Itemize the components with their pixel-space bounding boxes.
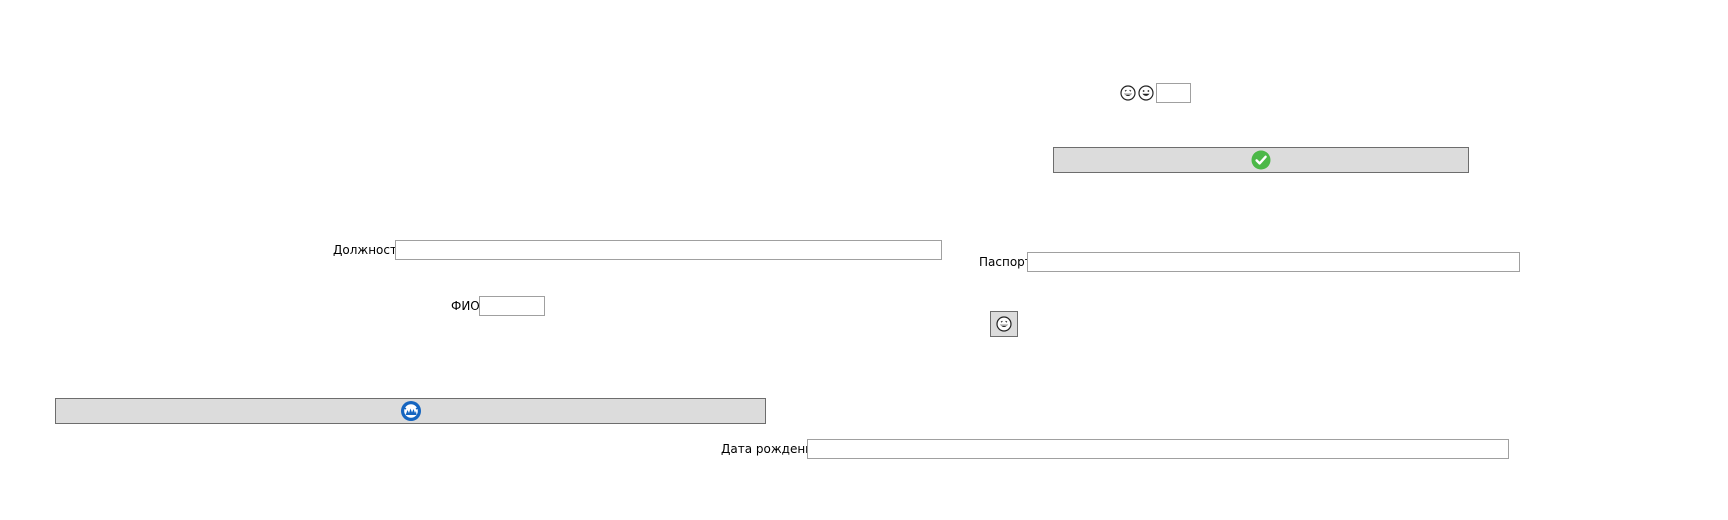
action-button[interactable] bbox=[55, 398, 766, 424]
blue-circle-icon bbox=[400, 401, 421, 421]
smiling-face-icon bbox=[1138, 85, 1154, 101]
birthdate-label: Дата рождения bbox=[721, 442, 821, 456]
passport-field[interactable] bbox=[1027, 252, 1520, 272]
name-label: ФИО bbox=[451, 299, 480, 313]
grinning-face-icon bbox=[996, 316, 1012, 332]
grinning-face-icon bbox=[1120, 85, 1136, 101]
position-field[interactable] bbox=[395, 240, 942, 260]
confirm-button[interactable] bbox=[1053, 147, 1469, 173]
emoji-button[interactable] bbox=[990, 311, 1018, 337]
name-field[interactable] bbox=[479, 296, 545, 316]
passport-label: Паспорт bbox=[979, 255, 1032, 269]
position-label: Должность bbox=[333, 243, 405, 257]
small-textbox[interactable] bbox=[1156, 83, 1191, 103]
birthdate-field[interactable] bbox=[807, 439, 1509, 459]
green-checkmark-icon bbox=[1251, 150, 1271, 170]
